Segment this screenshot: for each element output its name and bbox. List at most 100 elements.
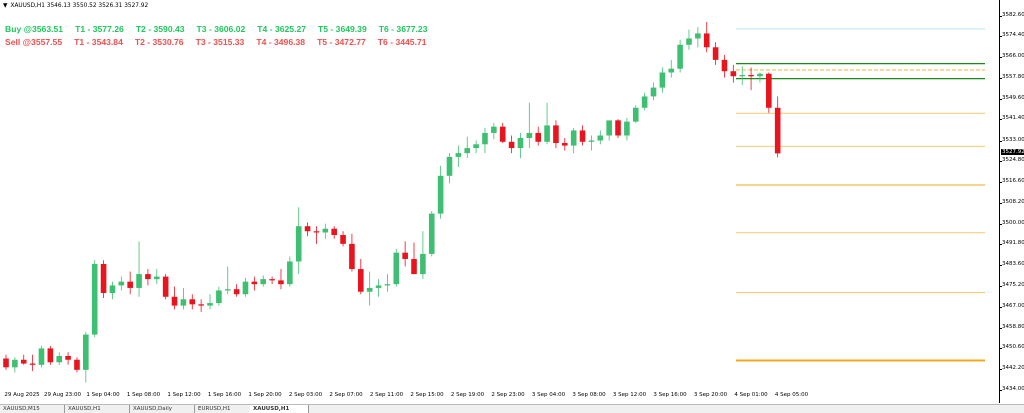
y-tick-label: 3500.00 xyxy=(999,219,1024,226)
candle-body xyxy=(3,358,9,368)
candle-body xyxy=(233,289,240,295)
candle xyxy=(615,119,621,138)
x-tick-label: 2 Sep 07:00 xyxy=(329,392,363,398)
candle-body xyxy=(455,153,462,157)
candle-body xyxy=(588,140,595,142)
candle-body xyxy=(118,281,125,286)
candle-body xyxy=(331,228,337,236)
candle xyxy=(322,223,329,239)
candle xyxy=(20,354,27,365)
candle-body xyxy=(56,355,63,363)
candle-body xyxy=(20,359,27,364)
candle-body xyxy=(313,231,320,233)
x-tick-label: 1 Sep 20:00 xyxy=(248,392,282,398)
candle xyxy=(340,231,346,247)
candle-body xyxy=(748,75,754,77)
y-tick-label: 3450.60 xyxy=(999,344,1024,351)
candle-body xyxy=(517,138,524,149)
x-tick-label: 3 Sep 04:00 xyxy=(531,392,566,398)
sell-target-6: T6 - 3445.71 xyxy=(377,37,427,47)
candle-body xyxy=(535,132,541,142)
x-tick-label: 1 Sep 04:00 xyxy=(86,392,120,398)
candle xyxy=(712,42,719,65)
candle xyxy=(12,357,18,373)
candle-body xyxy=(774,107,781,154)
candle-body xyxy=(464,148,471,154)
candle-body xyxy=(579,130,586,142)
candle-body xyxy=(437,175,444,214)
x-tick-label: 3 Sep 20:00 xyxy=(693,392,728,398)
x-tick-label: 2 Sep 03:00 xyxy=(288,392,323,398)
candle xyxy=(597,130,604,145)
chart-area[interactable]: ▼ XAUUSD,H1 3546.13 3550.52 3526.31 3527.… xyxy=(0,0,1000,403)
candle-body xyxy=(375,285,382,288)
candle xyxy=(482,127,488,154)
candle xyxy=(677,39,683,73)
x-tick-label: 1 Sep 16:00 xyxy=(207,392,242,398)
candle xyxy=(641,92,648,111)
candle xyxy=(207,294,213,310)
candle-body xyxy=(730,71,737,77)
y-tick-label: 3475.20 xyxy=(999,282,1024,289)
x-tick-label: 2 Sep 19:00 xyxy=(450,392,485,398)
candle xyxy=(260,275,267,287)
x-tick-label: 3 Sep 16:00 xyxy=(653,392,687,398)
candle xyxy=(668,59,675,78)
candle xyxy=(402,241,408,267)
candle-body xyxy=(162,276,169,297)
price-chart[interactable] xyxy=(0,0,1000,403)
candle xyxy=(366,271,373,306)
sell-target-2: T2 - 3530.76 xyxy=(134,37,184,47)
candle-body xyxy=(207,303,213,306)
candle-body xyxy=(224,289,231,291)
sell-target-1: T1 - 3543.84 xyxy=(74,37,123,47)
candle-body xyxy=(287,261,293,285)
candle xyxy=(100,260,107,299)
candle-body xyxy=(668,68,675,73)
candle-body xyxy=(38,348,45,365)
dropdown-triangle-icon[interactable]: ▼ xyxy=(3,3,7,9)
candle-body xyxy=(739,75,746,77)
candle-body xyxy=(278,280,284,285)
sell-target-3: T3 - 3515.33 xyxy=(195,37,245,47)
x-tick-label: 29 Aug 23:00 xyxy=(43,392,82,398)
candle xyxy=(437,165,444,219)
candle xyxy=(145,269,151,286)
y-tick-label: 3434.00 xyxy=(999,386,1024,392)
candle-body xyxy=(153,276,160,280)
x-tick-label: 1 Sep 12:00 xyxy=(167,392,201,398)
candle-body xyxy=(482,132,488,145)
candle xyxy=(650,82,657,101)
candle-body xyxy=(712,47,719,60)
candle xyxy=(153,269,160,285)
candle-body xyxy=(304,226,311,232)
y-tick-label: 3516.60 xyxy=(999,177,1024,184)
buy-signal-line: Buy @3563.51 T1 - 3577.26 T2 - 3590.43 T3 -… xyxy=(5,24,439,34)
candle-body xyxy=(570,130,577,146)
x-tick-label: 2 Sep 23:00 xyxy=(491,392,525,398)
candle-body xyxy=(686,38,692,45)
candle xyxy=(349,233,355,272)
candle xyxy=(171,286,178,310)
candle-body xyxy=(216,290,222,304)
candle xyxy=(464,136,471,159)
candle xyxy=(526,102,533,149)
candle-body xyxy=(695,33,701,39)
y-tick-label: 3508.20 xyxy=(999,199,1024,206)
candle-body xyxy=(650,87,657,97)
buy-target-6: T6 - 3677.23 xyxy=(378,24,428,34)
candle xyxy=(358,258,364,295)
y-tick-label: 3574.40 xyxy=(999,32,1024,39)
symbol-line: XAUUSD,H1 3546.13 3550.52 3526.31 3527.9… xyxy=(10,3,149,9)
candle xyxy=(216,286,222,306)
candle-body xyxy=(189,299,196,305)
y-tick-label: 3582.60 xyxy=(999,11,1024,18)
candle-body xyxy=(91,264,98,335)
candle-body xyxy=(553,125,559,144)
y-tick-label: 3467.00 xyxy=(999,302,1024,309)
candle-body xyxy=(606,120,612,136)
candle-body xyxy=(544,125,550,142)
candle xyxy=(703,22,710,53)
price-axis[interactable]: 3582.60 3574.40 3566.00 3557.80 3549.60 3541.… xyxy=(999,0,1024,403)
candle xyxy=(38,345,45,368)
